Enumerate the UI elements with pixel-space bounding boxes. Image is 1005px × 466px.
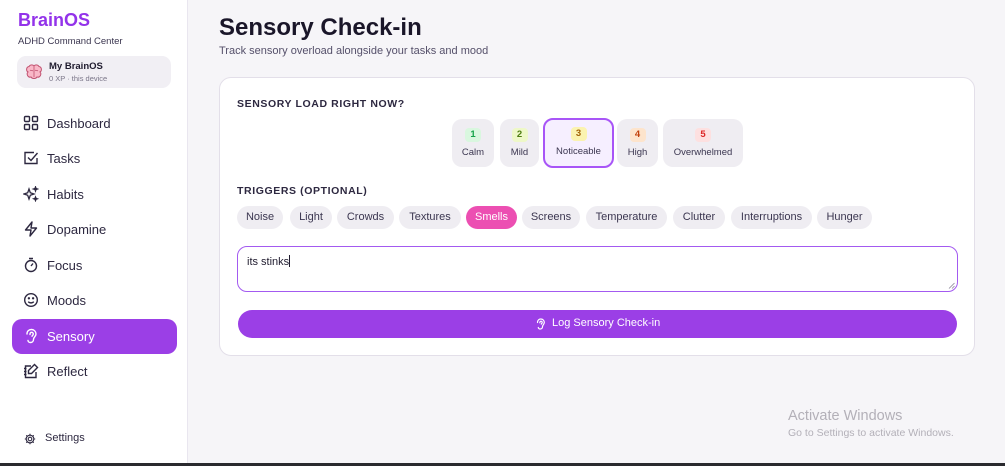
trigger-chip-light[interactable]: Light bbox=[290, 206, 332, 229]
log-button-label: Log Sensory Check-in bbox=[552, 317, 661, 329]
checkbox-icon bbox=[24, 151, 39, 165]
page-title: Sensory Check-in bbox=[219, 14, 422, 41]
text-caret bbox=[289, 255, 291, 267]
activate-windows-title: Activate Windows bbox=[788, 408, 903, 424]
load-number: 5 bbox=[695, 128, 711, 142]
sidebar-item-label: Moods bbox=[47, 293, 87, 308]
load-number: 3 bbox=[570, 127, 587, 141]
notes-textarea[interactable]: its stinks bbox=[237, 246, 958, 292]
load-option-2[interactable]: 2 Mild bbox=[500, 119, 539, 167]
smiley-icon bbox=[23, 292, 39, 308]
trigger-chip-textures[interactable]: Textures bbox=[399, 206, 461, 229]
load-number: 1 bbox=[465, 128, 481, 142]
lightning-icon bbox=[24, 221, 38, 237]
settings-label: Settings bbox=[45, 432, 85, 444]
journal-pen-icon bbox=[24, 363, 39, 379]
gear-icon bbox=[24, 433, 36, 445]
sidebar: BrainOS ADHD Command Center My BrainOS 0… bbox=[0, 0, 188, 466]
sidebar-item-sensory[interactable]: Sensory bbox=[12, 319, 177, 354]
sidebar-item-tasks[interactable]: Tasks bbox=[12, 141, 177, 176]
sparkles-icon bbox=[23, 186, 39, 202]
triggers-label: TRIGGERS (OPTIONAL) bbox=[237, 185, 368, 197]
app-title: BrainOS bbox=[18, 10, 91, 30]
trigger-chip-interruptions[interactable]: Interruptions bbox=[731, 206, 812, 229]
sidebar-item-label: Habits bbox=[47, 187, 84, 202]
sensory-checkin-card: SENSORY LOAD RIGHT NOW? 1 Calm 2 Mild 3 … bbox=[219, 77, 975, 356]
sidebar-item-label: Sensory bbox=[47, 329, 95, 344]
trigger-chip-screens[interactable]: Screens bbox=[522, 206, 580, 229]
activate-windows-subtitle: Go to Settings to activate Windows. bbox=[788, 427, 954, 439]
sidebar-item-moods[interactable]: Moods bbox=[12, 283, 177, 318]
sidebar-item-label: Dopamine bbox=[47, 222, 107, 237]
sidebar-item-focus[interactable]: Focus bbox=[12, 248, 177, 283]
profile-name: My BrainOS bbox=[49, 61, 103, 72]
sidebar-item-label: Tasks bbox=[47, 151, 81, 166]
page-subtitle: Track sensory overload alongside your ta… bbox=[219, 45, 489, 57]
log-sensory-checkin-button[interactable]: Log Sensory Check-in bbox=[238, 310, 957, 338]
trigger-chip-hunger[interactable]: Hunger bbox=[817, 206, 872, 229]
load-name: Mild bbox=[510, 147, 529, 158]
dashboard-grid-icon bbox=[23, 115, 39, 131]
load-name: Noticeable bbox=[556, 146, 601, 157]
profile-card[interactable]: My BrainOS 0 XP · this device bbox=[17, 56, 171, 88]
sidebar-item-reflect[interactable]: Reflect bbox=[12, 354, 177, 389]
sidebar-item-dashboard[interactable]: Dashboard bbox=[12, 106, 177, 141]
load-number: 4 bbox=[629, 128, 646, 142]
profile-meta: 0 XP · this device bbox=[49, 74, 108, 83]
trigger-chip-noise[interactable]: Noise bbox=[237, 206, 283, 229]
app-subtitle: ADHD Command Center bbox=[18, 36, 123, 47]
load-option-4[interactable]: 4 High bbox=[617, 119, 658, 167]
trigger-chip-clutter[interactable]: Clutter bbox=[673, 206, 725, 229]
load-option-1[interactable]: 1 Calm bbox=[452, 119, 494, 167]
sidebar-item-dopamine[interactable]: Dopamine bbox=[12, 212, 177, 247]
load-name: High bbox=[627, 147, 648, 158]
load-number: 2 bbox=[511, 128, 528, 142]
load-name: Calm bbox=[461, 147, 485, 158]
ear-icon bbox=[536, 318, 545, 330]
brain-icon bbox=[26, 64, 42, 79]
sidebar-item-habits[interactable]: Habits bbox=[12, 177, 177, 212]
sidebar-item-label: Dashboard bbox=[47, 116, 111, 131]
load-option-3[interactable]: 3 Noticeable bbox=[543, 118, 614, 168]
resize-grip-icon[interactable] bbox=[948, 282, 955, 289]
trigger-chip-crowds[interactable]: Crowds bbox=[337, 206, 394, 229]
timer-icon bbox=[24, 257, 38, 273]
ear-icon bbox=[26, 328, 37, 344]
load-name: Overwhelmed bbox=[673, 147, 733, 158]
sidebar-item-label: Reflect bbox=[47, 364, 88, 379]
sidebar-item-label: Focus bbox=[47, 258, 83, 273]
notes-value: its stinks bbox=[247, 255, 291, 268]
trigger-chip-smells[interactable]: Smells bbox=[466, 206, 517, 229]
load-option-5[interactable]: 5 Overwhelmed bbox=[663, 119, 743, 167]
trigger-chip-temperature[interactable]: Temperature bbox=[586, 206, 667, 229]
sensory-load-label: SENSORY LOAD RIGHT NOW? bbox=[237, 98, 405, 110]
